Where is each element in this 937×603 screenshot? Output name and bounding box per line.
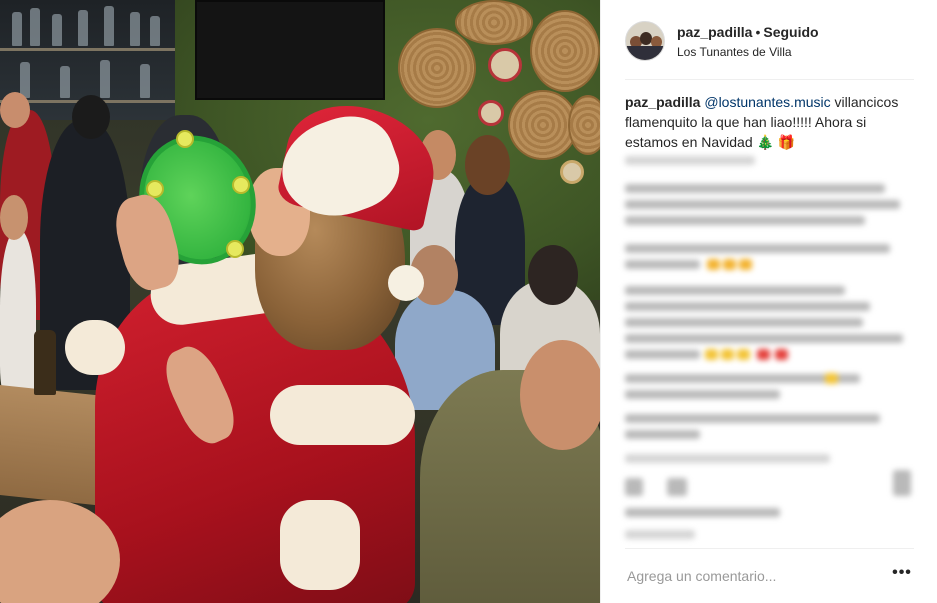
christmas-tree-icon: 🎄 [756,134,774,150]
foreground-person-head [520,340,600,450]
costume-fur-trim [270,385,415,445]
background-person-head [465,135,510,195]
header-line: paz_padilla • Seguido [677,24,819,40]
wall-plate [478,100,504,126]
follow-status-button[interactable]: Seguido [763,24,818,40]
tv-screen [195,0,385,100]
wall-basket [568,95,600,155]
gift-icon: 🎁 [777,134,796,150]
background-person [0,230,36,400]
wall-basket [398,28,476,108]
separator-dot: • [755,24,761,40]
post-header: paz_padilla • Seguido Los Tunantes de Vill… [601,0,937,80]
santa-hat-pompom [388,265,424,301]
wall-basket [530,10,600,92]
wall-plate [560,160,584,184]
wall-plate [488,48,522,82]
blurred-comments [625,152,914,547]
background-person-head [0,92,30,128]
tambourine-jingle [232,176,250,194]
caption-username-link[interactable]: paz_padilla [625,94,700,110]
divider [625,79,914,80]
comment-input[interactable] [627,566,877,586]
post-caption: paz_padilla @lostunantes.music villancic… [625,92,915,152]
costume-fur-trim [65,320,125,375]
tambourine-jingle [176,130,194,148]
more-options-icon[interactable]: ••• [889,562,915,588]
background-person-head [0,195,28,240]
background-person-head [528,245,578,305]
avatar[interactable] [625,21,665,61]
bottle [34,330,56,395]
username-link[interactable]: paz_padilla [677,24,752,40]
costume-fur-trim [280,500,360,590]
caption-mention-link[interactable]: @lostunantes.music [704,94,830,110]
tambourine-jingle [226,240,244,258]
post-media[interactable] [0,0,600,603]
comment-bar: ••• [601,548,937,603]
wall-basket [455,0,533,45]
location-link[interactable]: Los Tunantes de Villa [677,45,792,59]
background-person-head [72,95,110,139]
post-sidebar: paz_padilla • Seguido Los Tunantes de Vill… [600,0,937,603]
